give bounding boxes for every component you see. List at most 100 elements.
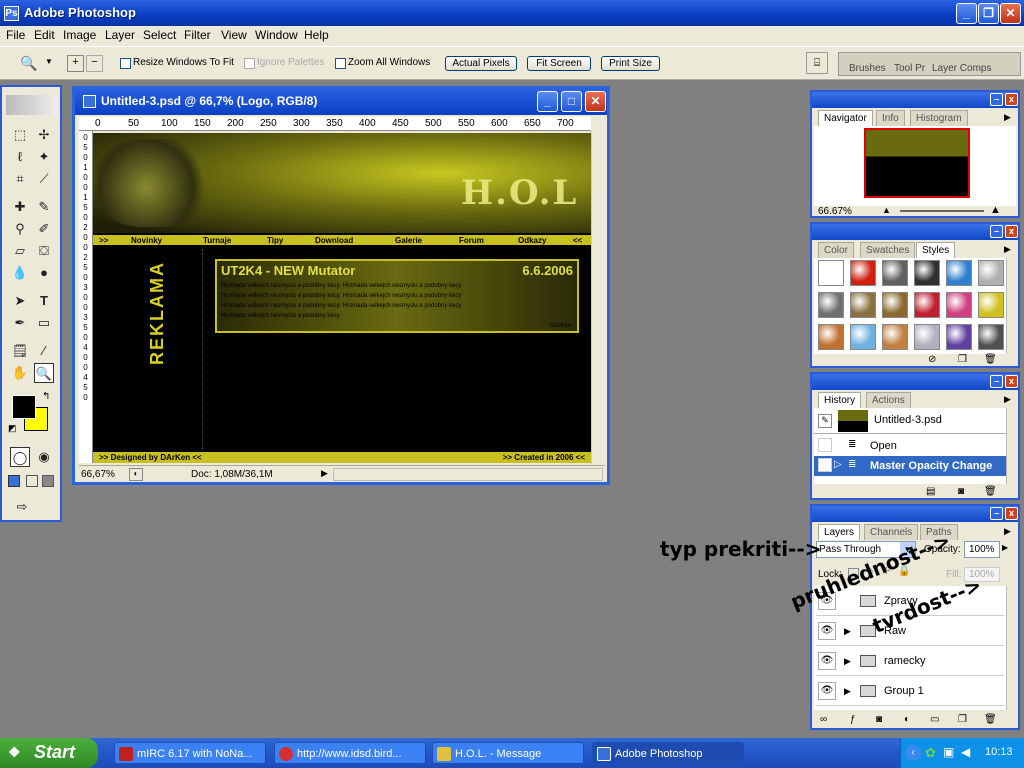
tab-channels[interactable]: Channels xyxy=(864,524,919,540)
slice-tool-icon[interactable]: ⟋ xyxy=(34,169,54,189)
status-preview-icon[interactable]: ◐ xyxy=(129,468,143,481)
zoom-in-large-icon[interactable]: ▲ xyxy=(990,204,1001,216)
link-layers-icon[interactable]: ∞ xyxy=(820,714,827,725)
expand-arrow-icon[interactable]: ▶ xyxy=(844,686,851,697)
panel-menu-icon[interactable]: ▶ xyxy=(1004,526,1011,537)
layer-mask-icon[interactable]: ◙ xyxy=(876,714,882,725)
adjustment-layer-icon[interactable]: ◐ xyxy=(904,714,910,725)
dodge-tool-icon[interactable]: ● xyxy=(34,263,54,283)
eyedropper-tool-icon[interactable]: ⁄ xyxy=(34,341,54,361)
style-swatch[interactable] xyxy=(818,324,844,350)
layer-row[interactable]: 👁 ▶ Group 1 xyxy=(816,676,1004,706)
start-button[interactable]: ❖ Start xyxy=(0,738,98,768)
panel-minimize-button[interactable]: – xyxy=(990,507,1003,520)
navigator-zoom[interactable]: 66.67% xyxy=(818,206,852,217)
history-state-open[interactable]: ≣ Open xyxy=(814,436,1006,456)
history-source-checkbox[interactable] xyxy=(818,458,832,472)
magic-wand-tool-icon[interactable]: ✦ xyxy=(34,147,54,167)
tab-color[interactable]: Color xyxy=(818,242,854,258)
doc-close-button[interactable]: ✕ xyxy=(585,91,606,112)
expand-arrow-icon[interactable]: ▶ xyxy=(844,656,851,667)
move-tool-icon[interactable]: ✢ xyxy=(34,125,54,145)
taskbar-button-message[interactable]: H.O.L. - Message xyxy=(432,742,584,764)
expand-arrow-icon[interactable]: ▶ xyxy=(844,626,851,637)
tray-app-icon[interactable]: ▣ xyxy=(943,745,954,759)
full-screen-mode-icon[interactable] xyxy=(42,475,54,487)
layer-row[interactable]: 👁 ▶ ramecky xyxy=(816,646,1004,676)
jump-to-imageready-icon[interactable]: ⇨ xyxy=(12,497,32,517)
zoom-tool-icon-active[interactable]: 🔍 xyxy=(34,363,54,383)
style-swatch[interactable] xyxy=(882,324,908,350)
panel-minimize-button[interactable]: – xyxy=(990,93,1003,106)
style-swatch[interactable] xyxy=(850,260,876,286)
clone-stamp-tool-icon[interactable]: ⚲ xyxy=(10,219,30,239)
tab-history[interactable]: History xyxy=(818,392,862,408)
tray-network-icon[interactable]: ✿ xyxy=(925,745,936,761)
tray-volume-icon[interactable]: ◀ xyxy=(961,745,970,759)
style-swatch[interactable] xyxy=(882,260,908,286)
lasso-tool-icon[interactable]: ℓ xyxy=(10,147,30,167)
standard-screen-mode-icon[interactable] xyxy=(8,475,20,487)
style-swatch[interactable] xyxy=(978,324,1004,350)
menu-image[interactable]: Image xyxy=(63,28,96,42)
tool-preset-dropdown-icon[interactable]: ▼ xyxy=(45,57,53,66)
rectangle-tool-icon[interactable]: ▭ xyxy=(34,313,54,333)
tab-styles[interactable]: Styles xyxy=(916,242,956,258)
panel-menu-icon[interactable]: ▶ xyxy=(1004,244,1011,255)
status-menu-arrow-icon[interactable]: ▶ xyxy=(321,468,328,479)
zoom-out-icon[interactable]: − xyxy=(86,55,103,72)
zoom-all-windows-checkbox[interactable] xyxy=(335,58,346,69)
visibility-eye-icon[interactable]: 👁 xyxy=(818,652,836,670)
history-state-active[interactable]: ▷ ≣ Master Opacity Change xyxy=(814,456,1006,476)
image-canvas[interactable]: H.O.L >> Novinky Turnaje Tipy Download G… xyxy=(93,133,591,463)
taskbar-button-browser[interactable]: http://www.idsd.bird... xyxy=(274,742,426,764)
styles-scrollbar[interactable] xyxy=(1006,258,1018,354)
quick-mask-mode-icon[interactable]: ◉ xyxy=(34,447,54,467)
ignore-palettes-checkbox[interactable] xyxy=(244,58,255,69)
default-colors-icon[interactable]: ◩ xyxy=(8,423,17,434)
doc-minimize-button[interactable]: _ xyxy=(537,91,558,112)
close-button[interactable]: ✕ xyxy=(1000,3,1021,24)
new-snapshot-icon[interactable]: ◙ xyxy=(958,486,964,497)
style-swatch[interactable] xyxy=(946,324,972,350)
menu-file[interactable]: File xyxy=(6,28,25,42)
history-snapshot[interactable]: ✎ Untitled-3.psd xyxy=(814,408,1006,434)
notes-tool-icon[interactable]: 🗒 xyxy=(10,341,30,361)
panel-close-button[interactable]: x xyxy=(1005,375,1018,388)
zoom-in-icon[interactable]: + xyxy=(67,55,84,72)
style-swatch[interactable] xyxy=(818,292,844,318)
style-swatch[interactable] xyxy=(914,292,940,318)
navigator-zoom-slider[interactable] xyxy=(900,210,984,212)
menu-edit[interactable]: Edit xyxy=(34,28,55,42)
new-layer-icon[interactable]: ❐ xyxy=(958,714,967,725)
panel-minimize-button[interactable]: – xyxy=(990,375,1003,388)
style-swatch[interactable] xyxy=(882,292,908,318)
history-brush-source-icon[interactable]: ✎ xyxy=(818,414,832,428)
style-swatch[interactable] xyxy=(978,260,1004,286)
file-browser-icon[interactable]: ⌸ xyxy=(806,52,828,74)
opacity-input[interactable]: 100% xyxy=(964,541,1000,558)
style-swatch[interactable] xyxy=(914,260,940,286)
style-swatch[interactable] xyxy=(850,292,876,318)
history-brush-tool-icon[interactable]: ✐ xyxy=(34,219,54,239)
zoom-out-small-icon[interactable]: ▲ xyxy=(882,205,891,215)
navigator-thumbnail[interactable] xyxy=(864,128,970,198)
visibility-eye-icon[interactable]: 👁 xyxy=(818,682,836,700)
panel-menu-icon[interactable]: ▶ xyxy=(1004,112,1011,123)
tab-layers[interactable]: Layers xyxy=(818,524,861,540)
brush-tool-icon[interactable]: ✎ xyxy=(34,197,54,217)
history-state-slider-icon[interactable]: ▷ xyxy=(834,459,842,470)
restore-button[interactable]: ❐ xyxy=(978,3,999,24)
healing-brush-tool-icon[interactable]: ✚ xyxy=(10,197,30,217)
history-source-checkbox[interactable] xyxy=(818,438,832,452)
tab-swatches[interactable]: Swatches xyxy=(860,242,916,258)
style-swatch[interactable] xyxy=(946,260,972,286)
foreground-color-swatch[interactable] xyxy=(12,395,36,419)
panel-minimize-button[interactable]: – xyxy=(990,225,1003,238)
well-tab-layer-comps[interactable]: Layer Comps xyxy=(932,63,991,74)
paint-bucket-tool-icon[interactable]: ⛋ xyxy=(34,241,54,261)
panel-close-button[interactable]: x xyxy=(1005,93,1018,106)
menu-view[interactable]: View xyxy=(221,28,247,42)
horizontal-ruler[interactable]: 0 50 100 150 200 250 300 350 400 450 500… xyxy=(79,117,591,131)
new-document-from-state-icon[interactable]: ▤ xyxy=(926,486,935,497)
